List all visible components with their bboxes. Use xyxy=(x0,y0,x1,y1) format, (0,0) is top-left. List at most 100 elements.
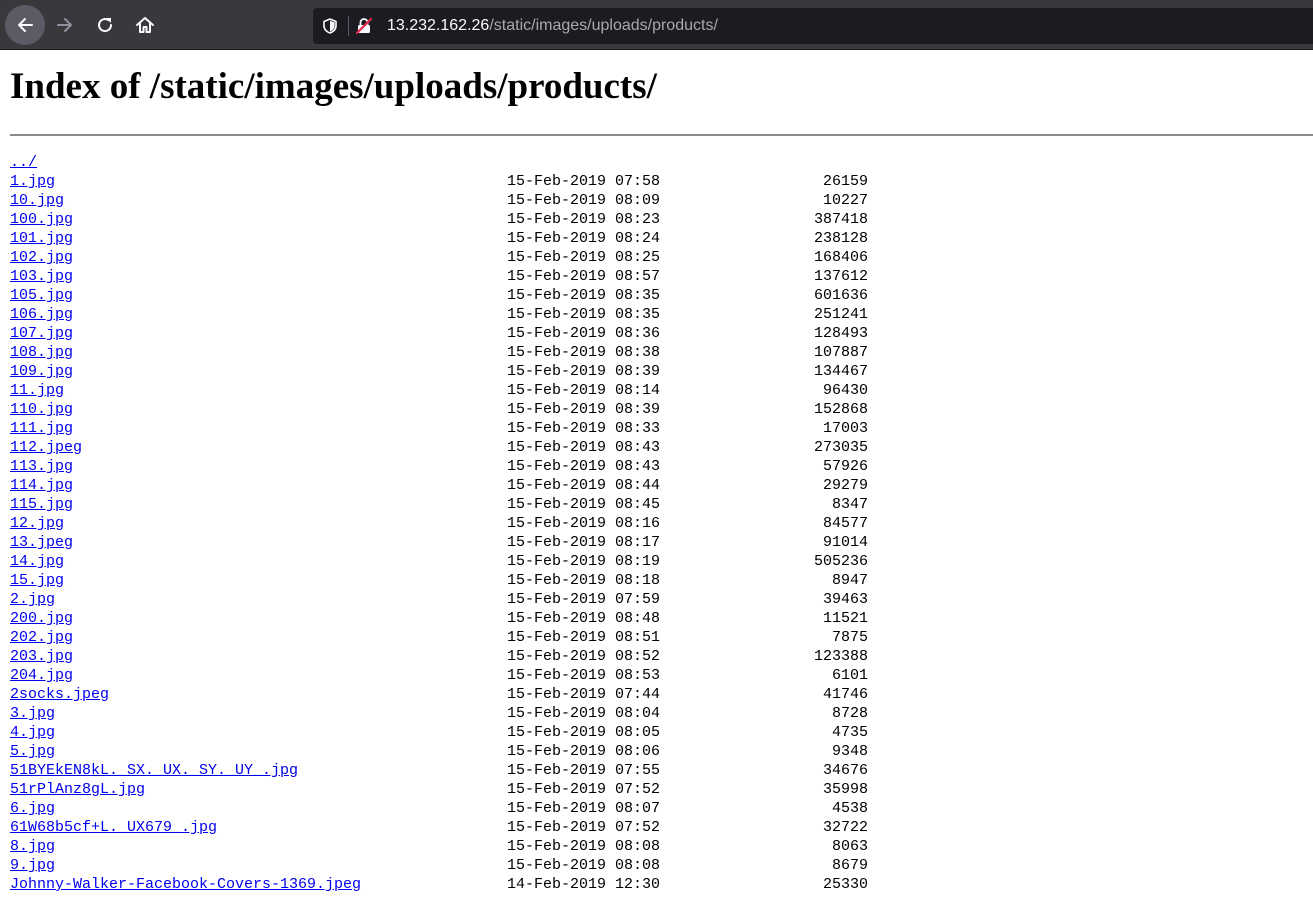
file-link[interactable]: 105.jpg xyxy=(10,286,73,305)
url-text[interactable]: 13.232.162.26/static/images/uploads/prod… xyxy=(387,17,718,35)
browser-toolbar: 13.232.162.26/static/images/uploads/prod… xyxy=(0,0,1313,50)
file-date: 15-Feb-2019 08:06 xyxy=(507,743,661,760)
file-date: 15-Feb-2019 08:25 xyxy=(507,249,661,266)
file-size: 387418 xyxy=(813,211,868,228)
file-date: 15-Feb-2019 08:44 xyxy=(507,477,661,494)
file-size: 601636 xyxy=(813,287,868,304)
file-size: 273035 xyxy=(813,439,868,456)
file-date: 15-Feb-2019 08:43 xyxy=(507,458,661,475)
file-link[interactable]: 102.jpg xyxy=(10,248,73,267)
file-link[interactable]: 107.jpg xyxy=(10,324,73,343)
file-link[interactable]: 2.jpg xyxy=(10,590,55,609)
back-button[interactable] xyxy=(5,5,45,45)
file-size: 25330 xyxy=(822,876,868,893)
file-size: 35998 xyxy=(822,781,868,798)
home-button[interactable] xyxy=(125,5,165,45)
file-link[interactable]: 11.jpg xyxy=(10,381,64,400)
file-link[interactable]: 204.jpg xyxy=(10,666,73,685)
file-link[interactable]: 61W68b5cf+L._UX679_.jpg xyxy=(10,818,217,837)
address-bar[interactable]: 13.232.162.26/static/images/uploads/prod… xyxy=(313,8,1313,44)
file-size: 168406 xyxy=(813,249,868,266)
file-link[interactable]: 15.jpg xyxy=(10,571,64,590)
file-size: 137612 xyxy=(813,268,868,285)
file-link[interactable]: 9.jpg xyxy=(10,856,55,875)
file-size: 4735 xyxy=(831,724,868,741)
file-link[interactable]: 3.jpg xyxy=(10,704,55,723)
file-size: 152868 xyxy=(813,401,868,418)
tracking-protection-shield-icon[interactable] xyxy=(321,17,339,35)
file-size: 8947 xyxy=(831,572,868,589)
file-link[interactable]: 14.jpg xyxy=(10,552,64,571)
file-size: 134467 xyxy=(813,363,868,380)
file-link[interactable]: 203.jpg xyxy=(10,647,73,666)
reload-icon xyxy=(98,18,113,33)
file-link[interactable]: 6.jpg xyxy=(10,799,55,818)
file-link[interactable]: 5.jpg xyxy=(10,742,55,761)
file-link[interactable]: 1.jpg xyxy=(10,172,55,191)
page-title: Index of /static/images/uploads/products… xyxy=(10,66,657,107)
file-date: 15-Feb-2019 08:35 xyxy=(507,306,661,323)
file-link[interactable]: 101.jpg xyxy=(10,229,73,248)
file-link[interactable]: 51rPlAnz8gL.jpg xyxy=(10,780,145,799)
insecure-lock-icon[interactable] xyxy=(355,17,373,35)
file-link[interactable]: 106.jpg xyxy=(10,305,73,324)
file-link[interactable]: 111.jpg xyxy=(10,419,73,438)
file-link[interactable]: 4.jpg xyxy=(10,723,55,742)
file-size: 6101 xyxy=(831,667,868,684)
file-size: 107887 xyxy=(813,344,868,361)
file-link[interactable]: 8.jpg xyxy=(10,837,55,856)
reload-button[interactable] xyxy=(85,5,125,45)
file-date: 15-Feb-2019 08:24 xyxy=(507,230,661,247)
forward-arrow-icon xyxy=(57,18,72,32)
file-date: 15-Feb-2019 07:55 xyxy=(507,762,661,779)
file-link[interactable]: 109.jpg xyxy=(10,362,73,381)
file-link[interactable]: 12.jpg xyxy=(10,514,64,533)
file-link[interactable]: 2socks.jpeg xyxy=(10,685,109,704)
file-size: 128493 xyxy=(813,325,868,342)
file-date: 15-Feb-2019 08:17 xyxy=(507,534,661,551)
file-date: 15-Feb-2019 08:04 xyxy=(507,705,661,722)
file-size: 84577 xyxy=(822,515,868,532)
file-size: 8347 xyxy=(831,496,868,513)
file-date: 15-Feb-2019 08:19 xyxy=(507,553,661,570)
file-size: 96430 xyxy=(822,382,868,399)
file-link[interactable]: 110.jpg xyxy=(10,400,73,419)
file-size: 123388 xyxy=(813,648,868,665)
file-link[interactable]: 114.jpg xyxy=(10,476,73,495)
file-size: 29279 xyxy=(822,477,868,494)
file-size: 505236 xyxy=(813,553,868,570)
file-date: 15-Feb-2019 08:18 xyxy=(507,572,661,589)
file-size: 9348 xyxy=(831,743,868,760)
file-date: 15-Feb-2019 08:05 xyxy=(507,724,661,741)
file-date: 15-Feb-2019 08:35 xyxy=(507,287,661,304)
file-size: 11521 xyxy=(822,610,868,627)
file-size: 4538 xyxy=(831,800,868,817)
file-size: 251241 xyxy=(813,306,868,323)
home-icon xyxy=(136,17,154,33)
file-date: 15-Feb-2019 08:23 xyxy=(507,211,661,228)
file-link[interactable]: 115.jpg xyxy=(10,495,73,514)
address-bar-separator xyxy=(348,16,349,36)
file-date: 15-Feb-2019 07:59 xyxy=(507,591,661,608)
file-size: 39463 xyxy=(822,591,868,608)
file-link[interactable]: 10.jpg xyxy=(10,191,64,210)
file-link[interactable]: 113.jpg xyxy=(10,457,73,476)
file-link[interactable]: 13.jpeg xyxy=(10,533,73,552)
file-link[interactable]: 103.jpg xyxy=(10,267,73,286)
file-link[interactable]: 202.jpg xyxy=(10,628,73,647)
file-date: 15-Feb-2019 07:58 xyxy=(507,173,661,190)
file-size: 17003 xyxy=(822,420,868,437)
file-link[interactable]: 200.jpg xyxy=(10,609,73,628)
file-date: 14-Feb-2019 12:30 xyxy=(507,876,661,893)
file-link[interactable]: 108.jpg xyxy=(10,343,73,362)
parent-directory-link[interactable]: ../ xyxy=(10,153,37,172)
file-date: 15-Feb-2019 08:07 xyxy=(507,800,661,817)
file-date: 15-Feb-2019 08:08 xyxy=(507,838,661,855)
file-link[interactable]: 112.jpeg xyxy=(10,438,82,457)
forward-button[interactable] xyxy=(45,5,85,45)
file-date: 15-Feb-2019 08:53 xyxy=(507,667,661,684)
file-link[interactable]: 100.jpg xyxy=(10,210,73,229)
file-link[interactable]: Johnny-Walker-Facebook-Covers-1369.jpeg xyxy=(10,875,361,894)
file-link[interactable]: 51BYEkEN8kL._SX._UX._SY._UY_.jpg xyxy=(10,761,298,780)
file-date: 15-Feb-2019 08:51 xyxy=(507,629,661,646)
